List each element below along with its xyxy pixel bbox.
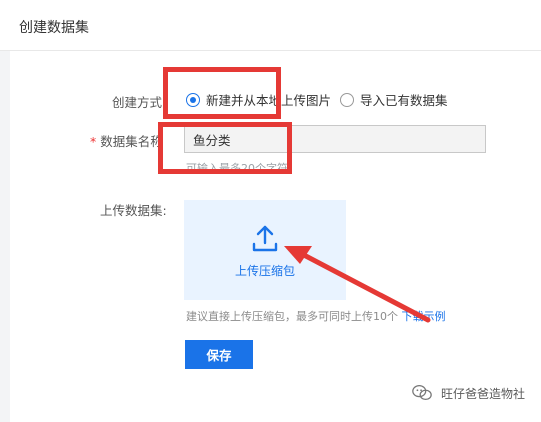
wechat-icon bbox=[412, 385, 432, 401]
page-title: 创建数据集 bbox=[19, 20, 89, 36]
watermark-text: 旺仔爸爸造物社 bbox=[440, 386, 525, 401]
left-side-strip bbox=[0, 51, 10, 422]
dataset-name-input[interactable] bbox=[184, 125, 486, 153]
upload-suggestion: 建议直接上传压缩包，最多可同时上传10个 下载示例 bbox=[186, 308, 446, 324]
radio-option-new-upload[interactable]: 新建并从本地上传图片 bbox=[186, 90, 331, 109]
dataset-name-label: * 数据集名称 bbox=[90, 131, 163, 150]
upload-dropzone[interactable]: 上传压缩包 bbox=[184, 200, 346, 300]
required-asterisk: * bbox=[90, 134, 97, 149]
radio-option-import-existing[interactable]: 导入已有数据集 bbox=[340, 90, 448, 109]
page-header: 创建数据集 bbox=[0, 0, 541, 51]
radio-checked-icon[interactable] bbox=[186, 92, 200, 107]
radio-label-import-existing: 导入已有数据集 bbox=[360, 93, 448, 108]
upload-dataset-label: 上传数据集: bbox=[100, 203, 167, 218]
download-example-link[interactable]: 下载示例 bbox=[402, 310, 446, 323]
radio-label-new-upload: 新建并从本地上传图片 bbox=[206, 93, 332, 108]
create-method-label: 创建方式 bbox=[112, 95, 163, 110]
upload-zip-text: 上传压缩包 bbox=[234, 263, 295, 278]
radio-unchecked-icon[interactable] bbox=[340, 92, 354, 107]
save-button[interactable]: 保存 bbox=[185, 340, 253, 369]
upload-icon bbox=[252, 225, 278, 251]
dataset-name-label-text: 数据集名称 bbox=[100, 134, 163, 149]
watermark: 旺仔爸爸造物社 bbox=[411, 382, 525, 404]
dataset-name-hint: 可输入最多20个字符 bbox=[186, 162, 288, 175]
upload-suggestion-text: 建议直接上传压缩包，最多可同时上传10个 bbox=[186, 310, 398, 323]
